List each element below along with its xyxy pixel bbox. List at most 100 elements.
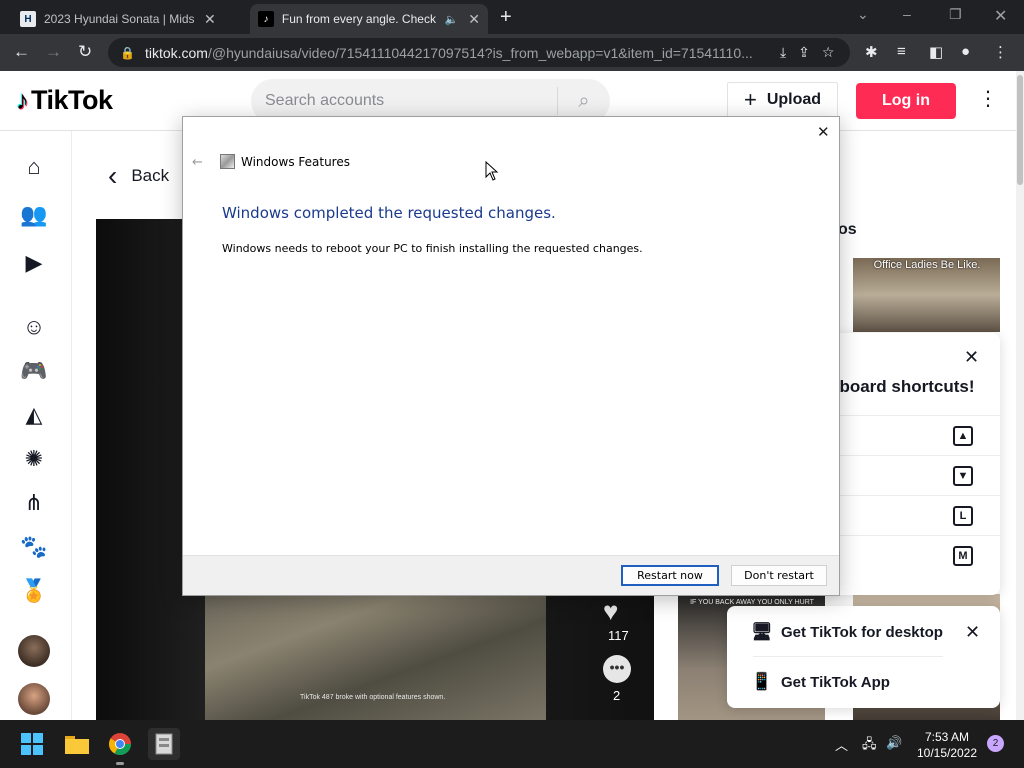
tab-hyundai[interactable]: H 2023 Hyundai Sonata | Midsize S ✕ bbox=[12, 4, 250, 34]
tiktok-note-icon: ♪ bbox=[16, 85, 29, 115]
comment-icon[interactable]: ••• bbox=[603, 655, 631, 683]
restart-now-button[interactable]: Restart now bbox=[621, 565, 719, 586]
video-frame bbox=[205, 594, 546, 720]
address-bar[interactable]: 🔒 tiktok.com /@hyundaiusa/video/71541110… bbox=[108, 38, 850, 67]
lock-icon[interactable]: 🔒 bbox=[120, 46, 135, 60]
tab-title: 2023 Hyundai Sonata | Midsize S bbox=[44, 12, 194, 26]
browser-tab-bar: H 2023 Hyundai Sonata | Midsize S ✕ ♪ Fu… bbox=[0, 0, 1024, 34]
shortcut-row: ▼ bbox=[830, 455, 1000, 495]
tab-close-icon[interactable]: ✕ bbox=[468, 11, 480, 28]
tiktok-logo[interactable]: ♪ TikTok bbox=[16, 85, 113, 116]
app-label: Get TikTok App bbox=[781, 673, 890, 691]
food-icon[interactable]: ◭ bbox=[18, 399, 50, 431]
dance-icon[interactable]: ✺ bbox=[18, 443, 50, 475]
hyundai-logo-icon: H bbox=[20, 11, 36, 27]
scrollbar-thumb[interactable] bbox=[1017, 75, 1023, 185]
bookmark-star-icon[interactable]: ☆ bbox=[822, 44, 835, 61]
chevron-left-icon: ‹ bbox=[108, 160, 118, 191]
url-path: /@hyundaiusa/video/7154111044217097514?i… bbox=[207, 44, 753, 61]
tab-close-icon[interactable]: ✕ bbox=[204, 11, 216, 28]
key-up-icon: ▲ bbox=[953, 426, 973, 446]
minimize-button[interactable]: – bbox=[903, 6, 911, 22]
gaming-icon[interactable]: 🎮 bbox=[18, 355, 50, 387]
side-panel-icon[interactable]: ◧ bbox=[929, 43, 943, 61]
like-heart-icon[interactable]: ♥ bbox=[603, 596, 618, 627]
dialog-back-arrow-icon[interactable]: ← bbox=[192, 155, 203, 170]
left-sidebar: ⌂ 👥 ▶ ☺ 🎮 ◭ ✺ ⋔ 🐾 🏅 bbox=[0, 131, 72, 720]
phone-icon: 📱 bbox=[751, 672, 773, 691]
upload-button[interactable]: + Upload bbox=[727, 82, 838, 118]
restore-button[interactable]: ❐ bbox=[949, 6, 962, 23]
avatar[interactable] bbox=[18, 683, 50, 715]
search-icon[interactable]: ⌕ bbox=[558, 90, 610, 113]
dont-restart-button[interactable]: Don't restart bbox=[731, 565, 827, 586]
volume-icon[interactable]: 🔊 bbox=[886, 735, 902, 751]
forward-arrow-icon[interactable]: → bbox=[45, 42, 62, 62]
windows-features-taskbar-icon[interactable] bbox=[148, 728, 180, 760]
get-app-panel: 🖥 Get TikTok for desktop ✕ 📱 Get TikTok … bbox=[727, 606, 1000, 708]
shortcut-row: ▲ bbox=[830, 415, 1000, 455]
date: 10/15/2022 bbox=[916, 746, 978, 760]
dialog-footer: Restart now Don't restart bbox=[183, 555, 839, 595]
windows-taskbar: ︿ 🖧 🔊 7:53 AM 10/15/2022 2 bbox=[0, 720, 1024, 768]
desktop-monitor-icon: 🖥 bbox=[751, 622, 773, 641]
shortcut-row: M bbox=[830, 535, 1000, 575]
close-icon[interactable]: ✕ bbox=[965, 622, 980, 643]
back-arrow-icon[interactable]: ← bbox=[13, 42, 30, 62]
shortcut-row: L bbox=[830, 495, 1000, 535]
key-m-icon: M bbox=[953, 546, 973, 566]
dialog-message: Windows needs to reboot your PC to finis… bbox=[222, 242, 643, 255]
related-videos-title: os bbox=[838, 221, 857, 238]
new-tab-button[interactable]: + bbox=[500, 6, 512, 28]
divider bbox=[753, 656, 943, 657]
beauty-icon[interactable]: ⋔ bbox=[18, 487, 50, 519]
keyboard-shortcuts-title: yboard shortcuts! bbox=[830, 377, 975, 396]
home-icon[interactable]: ⌂ bbox=[18, 151, 50, 183]
tab-search-icon[interactable]: ⌄ bbox=[857, 6, 869, 23]
sports-icon[interactable]: 🏅 bbox=[18, 575, 50, 607]
back-label: Back bbox=[131, 166, 170, 185]
page-scrollbar[interactable] bbox=[1016, 71, 1024, 720]
close-icon[interactable]: ✕ bbox=[964, 347, 979, 368]
profile-icon[interactable]: ● bbox=[961, 43, 970, 60]
windows-start-icon[interactable] bbox=[16, 728, 48, 760]
login-button[interactable]: Log in bbox=[856, 83, 956, 119]
extensions-icon[interactable]: ✱ bbox=[865, 43, 878, 61]
avatar[interactable] bbox=[18, 635, 50, 667]
share-icon[interactable]: ⇪ bbox=[798, 44, 810, 61]
chrome-icon[interactable] bbox=[104, 728, 136, 760]
tiktok-logo-icon: ♪ bbox=[258, 11, 274, 27]
chrome-menu-icon[interactable]: ⋮ bbox=[993, 43, 1008, 61]
get-app-link[interactable]: 📱 Get TikTok App bbox=[751, 672, 890, 692]
running-indicator bbox=[116, 762, 124, 765]
mouse-cursor-icon bbox=[485, 161, 499, 181]
windows-features-dialog: ✕ ← Windows Features Windows completed t… bbox=[182, 116, 840, 596]
notification-badge[interactable]: 2 bbox=[987, 735, 1004, 752]
windows-features-icon bbox=[220, 154, 235, 169]
window-close-button[interactable]: ✕ bbox=[994, 6, 1007, 26]
comedy-icon[interactable]: ☺ bbox=[18, 311, 50, 343]
url-host: tiktok.com bbox=[144, 44, 208, 61]
dialog-title: Windows Features bbox=[241, 155, 350, 169]
download-icon[interactable]: ⤓ bbox=[780, 44, 786, 61]
live-video-icon[interactable]: ▶ bbox=[18, 247, 50, 279]
following-icon[interactable]: 👥 bbox=[18, 199, 50, 231]
clock[interactable]: 7:53 AM 10/15/2022 bbox=[912, 729, 982, 761]
reload-icon[interactable]: ↻ bbox=[78, 42, 92, 62]
animals-icon[interactable]: 🐾 bbox=[18, 531, 50, 563]
key-down-icon: ▼ bbox=[953, 466, 973, 486]
thumbnail-caption: Office Ladies Be Like. bbox=[873, 259, 981, 271]
media-control-icon[interactable]: ≡ bbox=[897, 43, 906, 60]
network-icon[interactable]: 🖧 bbox=[862, 735, 877, 757]
key-l-icon: L bbox=[953, 506, 973, 526]
get-desktop-link[interactable]: 🖥 Get TikTok for desktop bbox=[751, 622, 943, 642]
dialog-close-icon[interactable]: ✕ bbox=[817, 123, 830, 141]
upload-label: Upload bbox=[766, 91, 822, 108]
browser-toolbar: ← → ↻ 🔒 tiktok.com /@hyundaiusa/video/71… bbox=[0, 34, 1024, 71]
file-explorer-icon[interactable] bbox=[61, 728, 93, 760]
tab-tiktok[interactable]: ♪ Fun from every angle. Check 🔈 ✕ bbox=[250, 4, 488, 34]
back-button[interactable]: ‹ Back bbox=[108, 162, 169, 190]
chevron-up-icon[interactable]: ︿ bbox=[835, 735, 848, 754]
more-options-icon[interactable]: ⋮ bbox=[978, 89, 998, 109]
audio-icon[interactable]: 🔈 bbox=[445, 13, 459, 26]
